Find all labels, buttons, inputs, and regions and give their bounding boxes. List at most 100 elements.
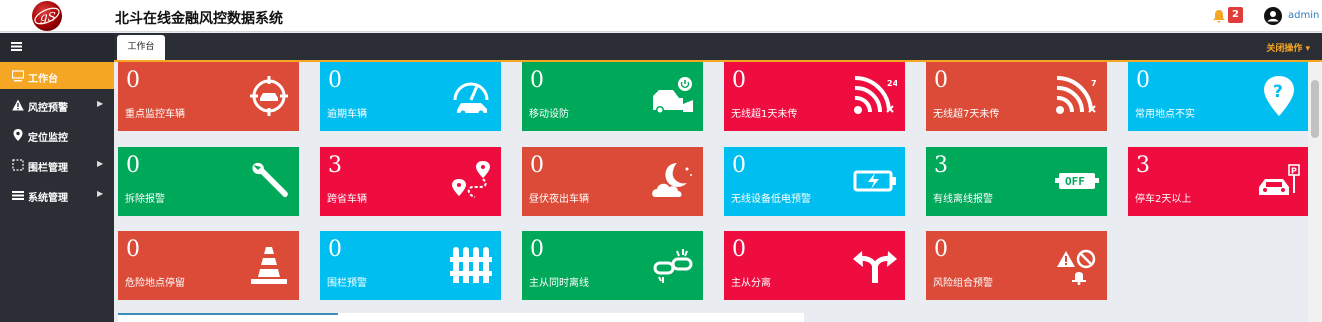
sidebar-item-label: 系统管理 <box>28 193 68 204</box>
chevron-right-icon: ▶ <box>97 159 104 168</box>
tab-bar: 工作台 关闭操作 ▾ <box>114 33 1322 60</box>
card-label: 重点监控车辆 <box>125 109 185 120</box>
close-operations-label: 关闭操作 <box>1266 44 1303 54</box>
card-low-battery[interactable]: 0 无线设备低电预警 <box>724 147 905 216</box>
vertical-scrollbar[interactable] <box>1308 62 1322 322</box>
sidebar-item-risk-warning[interactable]: 风控预警 ▶ <box>0 91 114 118</box>
card-mobile-arming[interactable]: 0 移动设防 <box>522 62 703 131</box>
card-value: 3 <box>328 153 342 178</box>
sidebar-item-label: 工作台 <box>28 74 58 85</box>
sidebar-item-label: 风控预警 <box>28 103 68 114</box>
sidebar-item-fence[interactable]: 围栏管理 ▶ <box>0 151 114 178</box>
card-master-slave-offline[interactable]: 0 主从同时离线 <box>522 231 703 300</box>
traffic-cone-icon <box>247 245 291 285</box>
card-common-location-false[interactable]: 0 常用地点不实 ? <box>1128 62 1309 131</box>
parking-icon: P <box>1257 161 1301 201</box>
close-operations-dropdown[interactable]: 关闭操作 ▾ <box>1266 41 1310 54</box>
card-overdue-vehicles[interactable]: 0 逾期车辆 <box>320 62 501 131</box>
chevron-right-icon: ▶ <box>97 189 104 198</box>
card-value: 0 <box>1136 68 1150 93</box>
sidebar-item-label: 围栏管理 <box>28 163 68 174</box>
fence-icon <box>449 245 493 285</box>
signal-7-icon: 7 <box>1055 76 1099 116</box>
svg-text:7: 7 <box>1091 79 1097 88</box>
sidebar-item-label: 定位监控 <box>28 133 68 144</box>
card-value: 0 <box>732 68 746 93</box>
sidebar-item-system[interactable]: 系统管理 ▶ <box>0 181 114 208</box>
card-wireless-1day[interactable]: 0 无线超1天未传 24 <box>724 62 905 131</box>
broken-link-icon <box>651 245 695 285</box>
card-removal-alarm[interactable]: 0 拆除报警 <box>118 147 299 216</box>
warning-icon <box>12 99 24 111</box>
card-parked-2days[interactable]: 3 停车2天以上 P <box>1128 147 1309 216</box>
car-power-icon <box>651 76 695 116</box>
speedometer-car-icon <box>449 76 493 116</box>
card-label: 无线超1天未传 <box>731 109 798 120</box>
app-title: 北斗在线金融风控数据系统 <box>115 11 283 27</box>
card-value: 3 <box>934 153 948 178</box>
scrollbar-thumb[interactable] <box>1311 80 1319 138</box>
monitor-icon <box>12 70 24 82</box>
card-label: 拆除报警 <box>125 194 165 205</box>
sidebar: 工作台 风控预警 ▶ 定位监控 围栏管理 ▶ 系统管理 ▶ <box>0 33 114 322</box>
card-value: 0 <box>126 153 140 178</box>
username-link[interactable]: admin <box>1288 10 1319 21</box>
wrench-icon <box>247 161 291 201</box>
card-dangerous-location[interactable]: 0 危险地点停留 <box>118 231 299 300</box>
sidebar-item-workbench[interactable]: 工作台 <box>0 62 114 89</box>
route-icon <box>449 161 493 201</box>
card-label: 逾期车辆 <box>327 109 367 120</box>
svg-text:gS: gS <box>40 10 56 24</box>
card-cross-province[interactable]: 3 跨省车辆 <box>320 147 501 216</box>
sidebar-toggle[interactable] <box>0 33 114 60</box>
panel-accent-bar <box>118 313 338 315</box>
question-pin-icon: ? <box>1257 76 1301 116</box>
card-value: 0 <box>328 237 342 262</box>
card-value: 0 <box>328 68 342 93</box>
notification-badge[interactable]: 2 <box>1228 7 1243 23</box>
svg-text:P: P <box>1291 167 1297 176</box>
fence-icon <box>12 159 24 171</box>
app-logo: gS <box>32 1 62 31</box>
card-label: 无线设备低电预警 <box>731 194 811 205</box>
moon-cloud-icon <box>651 161 695 201</box>
card-value: 0 <box>126 68 140 93</box>
card-value: 0 <box>732 237 746 262</box>
target-car-icon <box>247 76 291 116</box>
card-wired-offline[interactable]: 3 有线离线报警 OFF <box>926 147 1107 216</box>
tab-workbench[interactable]: 工作台 <box>117 35 165 60</box>
card-value: 0 <box>934 68 948 93</box>
menu-icon[interactable] <box>11 42 22 51</box>
card-label: 主从同时离线 <box>529 278 589 289</box>
card-night-vehicles[interactable]: 0 昼伏夜出车辆 <box>522 147 703 216</box>
alert-combo-icon <box>1055 245 1099 285</box>
sidebar-item-location[interactable]: 定位监控 <box>0 121 114 148</box>
card-key-monitor-vehicles[interactable]: 0 重点监控车辆 <box>118 62 299 131</box>
svg-text:OFF: OFF <box>1065 175 1085 188</box>
card-label: 有线离线报警 <box>933 194 993 205</box>
card-label: 停车2天以上 <box>1135 194 1192 205</box>
bell-icon[interactable] <box>1213 8 1225 27</box>
card-wireless-7day[interactable]: 0 无线超7天未传 7 <box>926 62 1107 131</box>
card-value: 0 <box>530 237 544 262</box>
card-risk-combo-warning[interactable]: 0 风险组合预警 <box>926 231 1107 300</box>
card-label: 主从分离 <box>731 278 771 289</box>
card-label: 昼伏夜出车辆 <box>529 194 589 205</box>
card-label: 风险组合预警 <box>933 278 993 289</box>
card-fence-warning[interactable]: 0 围栏预警 <box>320 231 501 300</box>
top-header: gS 北斗在线金融风控数据系统 2 admin <box>0 0 1322 32</box>
card-label: 移动设防 <box>529 109 569 120</box>
user-avatar-icon[interactable] <box>1264 7 1282 29</box>
card-master-slave-split[interactable]: 0 主从分离 <box>724 231 905 300</box>
card-label: 常用地点不实 <box>1135 109 1195 120</box>
system-icon <box>12 191 24 200</box>
bottom-panel <box>118 313 804 322</box>
card-label: 危险地点停留 <box>125 278 185 289</box>
card-value: 0 <box>934 237 948 262</box>
off-switch-icon: OFF <box>1055 161 1099 201</box>
card-label: 跨省车辆 <box>327 194 367 205</box>
signal-24-icon: 24 <box>853 76 897 116</box>
split-arrow-icon <box>853 245 897 285</box>
battery-icon <box>853 161 897 201</box>
chevron-right-icon: ▶ <box>97 99 104 108</box>
